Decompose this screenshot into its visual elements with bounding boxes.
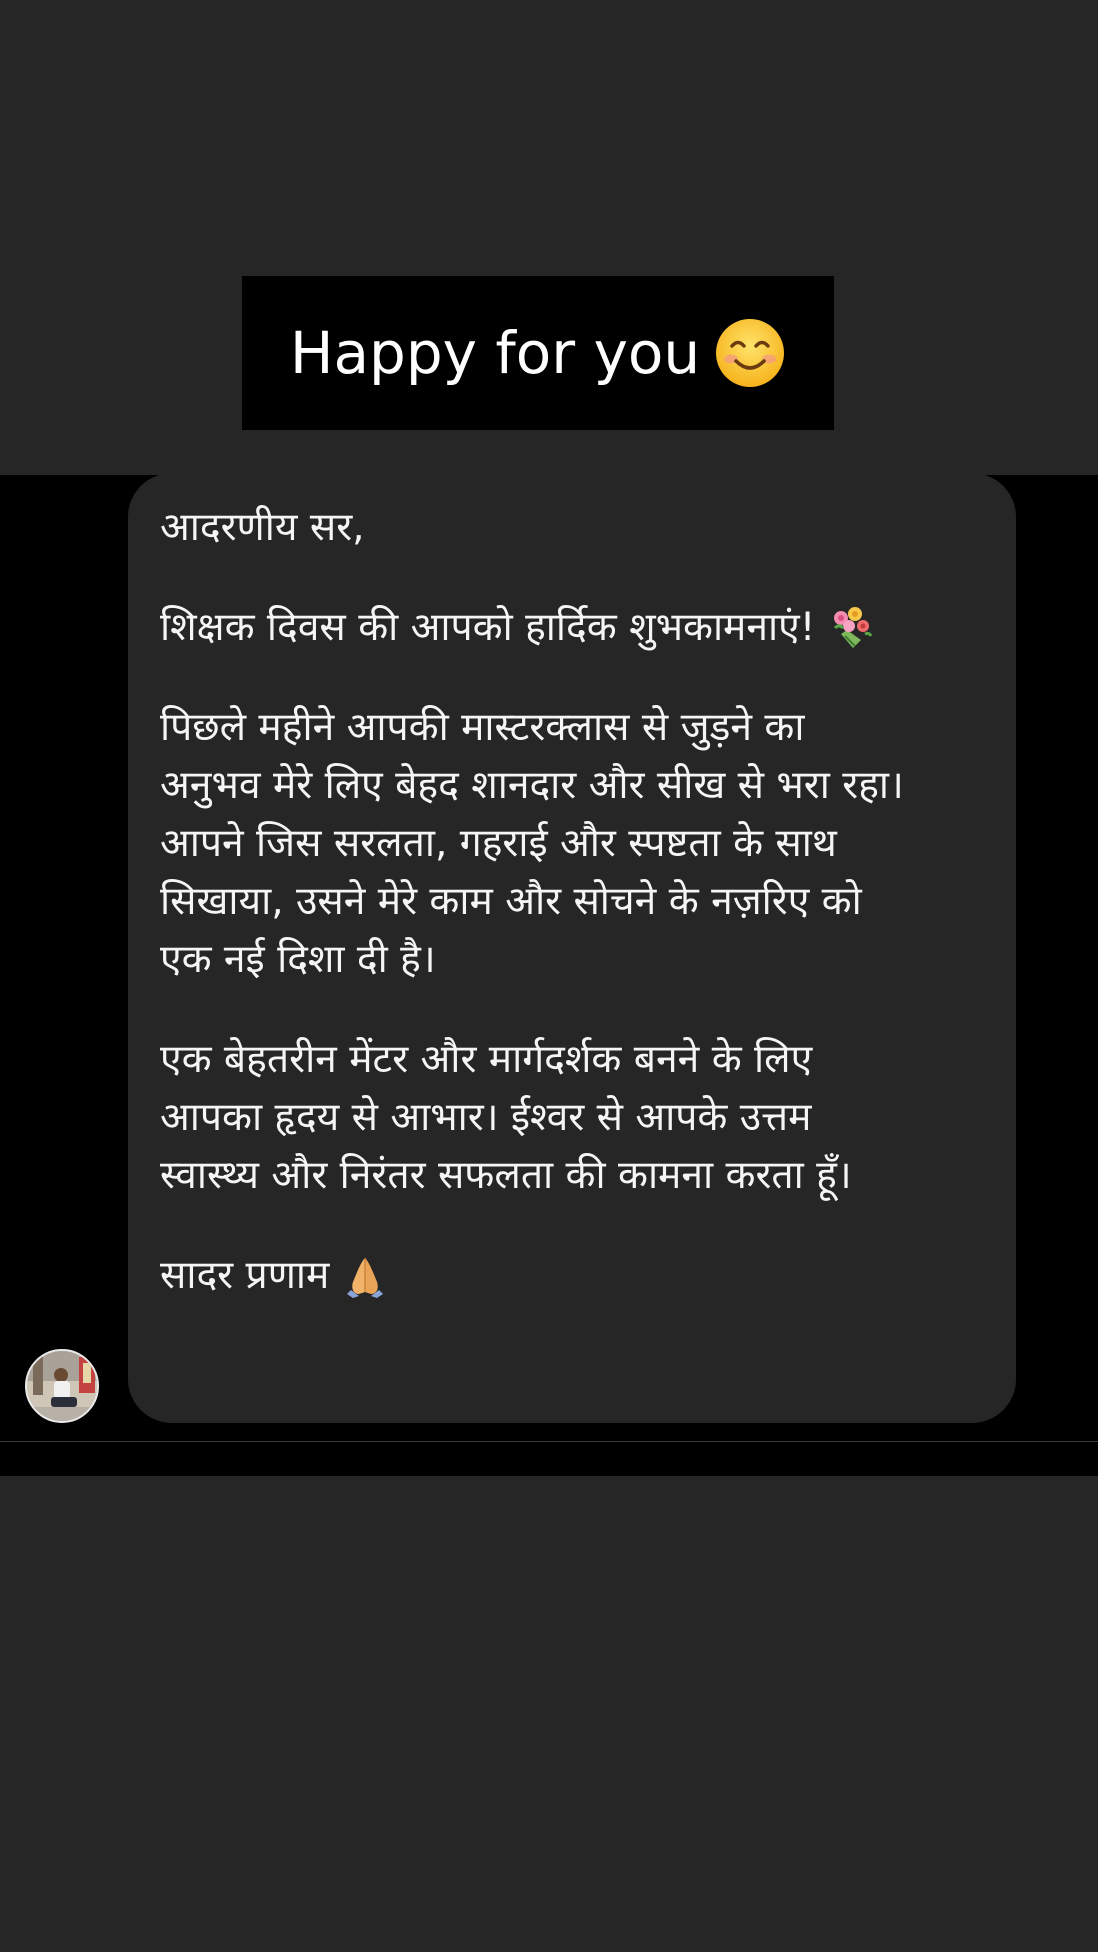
message-bubble: आदरणीय सर, शिक्षक दिवस की आपको हार्दिक श… — [128, 473, 1016, 1423]
folded-hands-emoji-icon — [347, 1258, 384, 1298]
caption-text: Happy for you — [289, 319, 701, 387]
message-para2-line: स्वास्थ्य और निरंतर सफलता की कामना करता … — [160, 1153, 852, 1198]
message-screenshot-band-bottom — [0, 1442, 1098, 1476]
message-para1-line: आपने जिस सरलता, गहराई और स्पष्टता के साथ — [160, 821, 837, 866]
smiling-face-emoji-icon — [716, 319, 785, 387]
message-signoff-line: सादर प्रणाम — [160, 1247, 996, 1305]
message-para1-line: एक नई दिशा दी है। — [160, 937, 436, 982]
story-caption: Happy for you — [242, 276, 834, 430]
message-para2-line: आपका हृदय से आभार। ईश्वर से आपके उत्तम — [160, 1095, 812, 1140]
bouquet-emoji-icon — [834, 607, 873, 648]
message-para2-line: एक बेहतरीन मेंटर और मार्गदर्शक बनने के ल… — [160, 1037, 813, 1082]
message-para1-line: सिखाया, उसने मेरे काम और सोचने के नज़रिए… — [160, 879, 862, 924]
message-para1-line: पिछले महीने आपकी मास्टरक्लास से जुड़ने क… — [160, 705, 805, 750]
message-para1-line: अनुभव मेरे लिए बेहद शानदार और सीख से भरा… — [160, 763, 904, 808]
message-greeting: आदरणीय सर, — [160, 505, 365, 550]
avatar[interactable] — [25, 1349, 99, 1423]
message-signoff: सादर प्रणाम — [160, 1253, 330, 1298]
message-wish: शिक्षक दिवस की आपको हार्दिक शुभकामनाएं! — [160, 605, 816, 650]
message-wish-line: शिक्षक दिवस की आपको हार्दिक शुभकामनाएं! — [160, 599, 996, 657]
